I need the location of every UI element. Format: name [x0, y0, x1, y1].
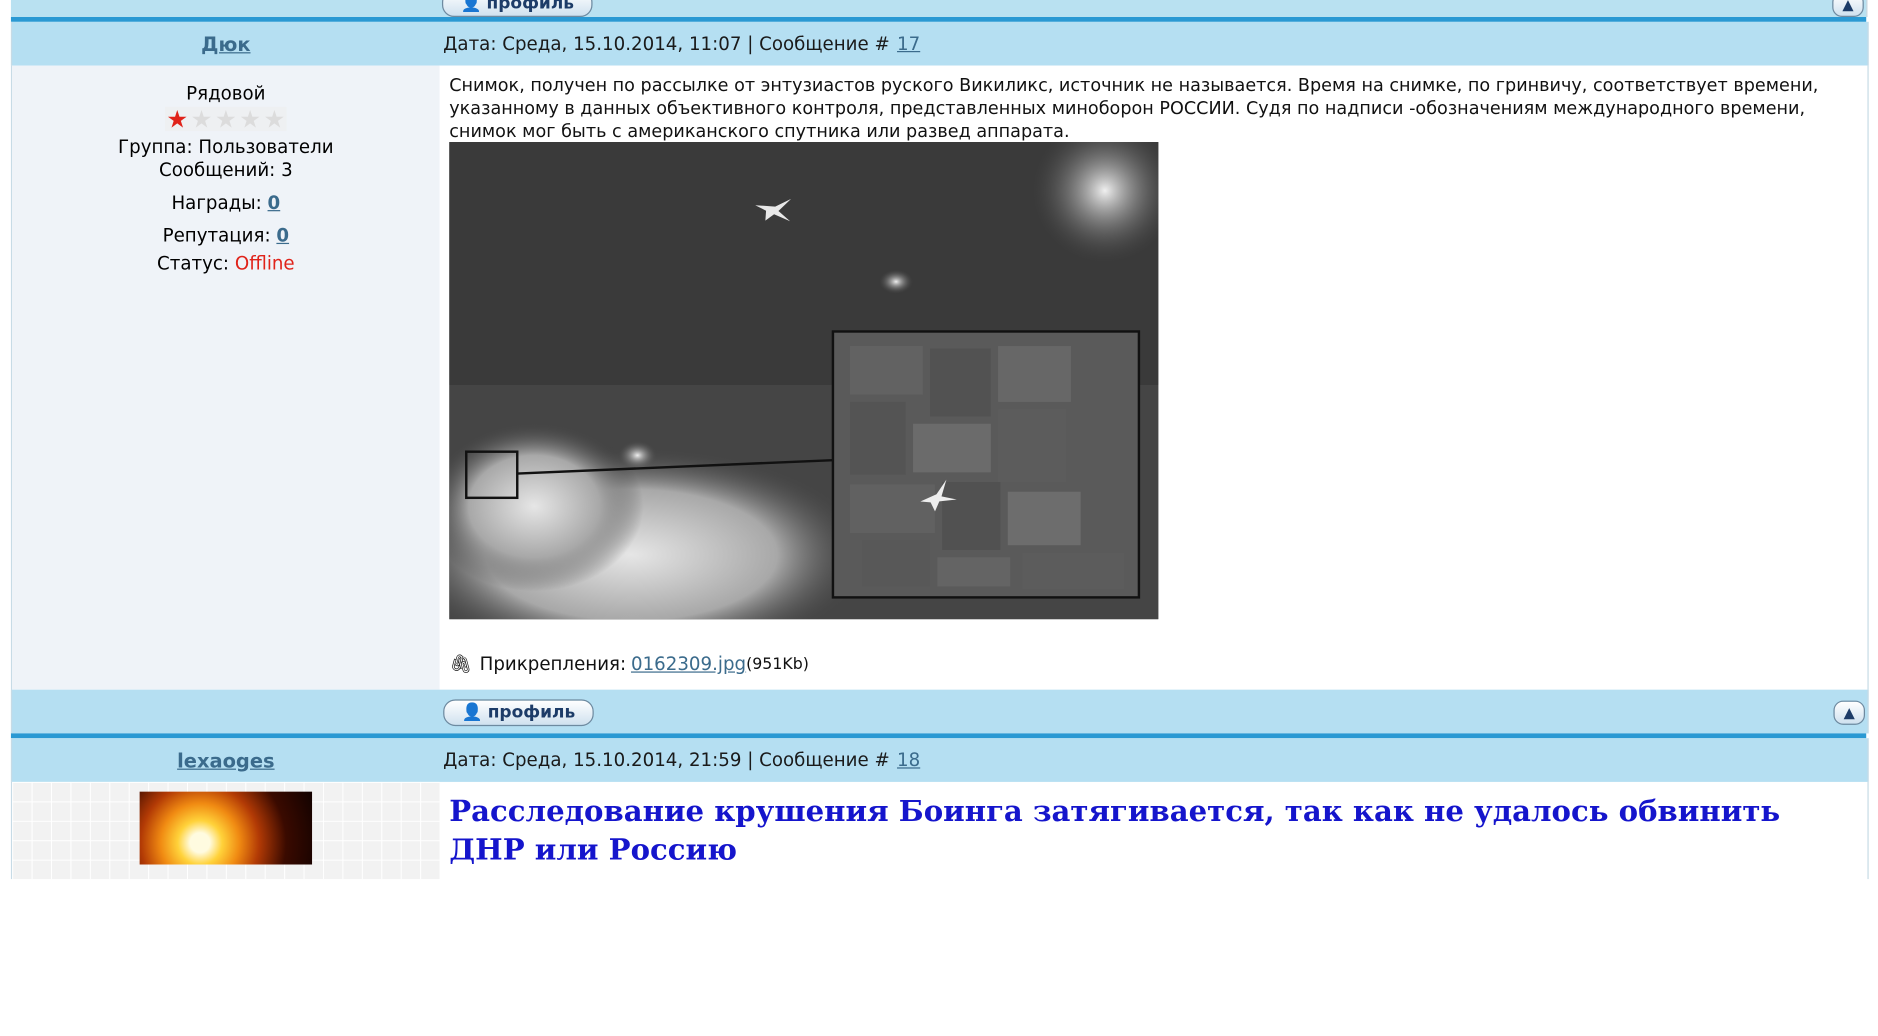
user-awards: Награды: 0	[171, 191, 281, 214]
post-body: Рядовой ★ ★ ★ ★ ★ Группа: Пользователи С…	[10, 65, 1869, 690]
author-sidebar	[12, 781, 440, 880]
post-number-link[interactable]: 18	[897, 749, 920, 771]
satellite-image[interactable]	[449, 142, 1159, 620]
scroll-up-button-prev[interactable]: ▲	[1832, 0, 1864, 17]
satellite-image-svg	[449, 142, 1159, 620]
user-rank: Рядовой	[186, 82, 266, 105]
post-header: lexaoges Дата: Среда, 15.10.2014, 21:59 …	[10, 738, 1869, 782]
prev-post-footer: 👤 профиль ▲	[10, 0, 1868, 17]
star-icon: ★	[214, 104, 237, 134]
star-icon: ★	[190, 104, 213, 134]
post-date: Дата: Среда, 15.10.2014, 11:07 | Сообщен…	[443, 32, 890, 55]
author-link[interactable]: lexaoges	[177, 749, 274, 772]
user-messages: Сообщений: 3	[158, 159, 293, 181]
attachments: 🖇 Прикрепления: 0162309.jpg (951Kb)	[449, 653, 809, 676]
user-reputation: Репутация: 0	[162, 224, 290, 247]
post-number-link[interactable]: 17	[897, 33, 920, 55]
profile-button-prev[interactable]: 👤 профиль	[441, 0, 593, 17]
post-author: Дюк	[12, 22, 439, 66]
user-group: Группа: Пользователи	[118, 135, 334, 158]
scroll-up-button[interactable]: ▲	[1833, 700, 1866, 725]
post-headline: Расследование крушения Боинга затягивает…	[449, 792, 1781, 867]
author-sidebar: Рядовой ★ ★ ★ ★ ★ Группа: Пользователи С…	[12, 65, 440, 690]
user-status: Статус: Offline	[157, 252, 295, 275]
post-text: Снимок, получен по рассылке от энтузиаст…	[449, 76, 1819, 143]
paperclip-icon: 🖇	[449, 653, 473, 676]
reputation-link[interactable]: 0	[276, 225, 289, 247]
post-author: lexaoges	[12, 738, 439, 782]
post-meta: Дата: Среда, 15.10.2014, 11:07 | Сообщен…	[443, 22, 920, 66]
avatar[interactable]	[139, 791, 313, 865]
post-body: Расследование крушения Боинга затягивает…	[10, 781, 1869, 880]
arrow-up-icon: ▲	[1843, 704, 1855, 722]
status-badge: Offline	[234, 252, 295, 275]
user-icon: 👤	[461, 703, 483, 723]
author-link[interactable]: Дюк	[201, 32, 250, 55]
post-footer: 👤 профиль ▲	[10, 689, 1869, 734]
post-header: Дюк Дата: Среда, 15.10.2014, 11:07 | Соо…	[10, 21, 1869, 66]
post-meta: Дата: Среда, 15.10.2014, 21:59 | Сообщен…	[443, 738, 920, 782]
post-date: Дата: Среда, 15.10.2014, 21:59 | Сообщен…	[443, 749, 890, 772]
attachment-size: (951Kb)	[746, 655, 809, 674]
arrow-up-icon: ▲	[1842, 0, 1854, 14]
profile-button[interactable]: 👤 профиль	[443, 699, 594, 727]
star-icon: ★	[166, 104, 189, 134]
star-icon: ★	[263, 104, 286, 134]
user-icon: 👤	[460, 0, 482, 14]
rank-stars: ★ ★ ★ ★ ★	[165, 104, 287, 134]
awards-link[interactable]: 0	[268, 192, 281, 214]
attachment-link[interactable]: 0162309.jpg	[631, 653, 746, 675]
star-icon: ★	[239, 104, 262, 134]
